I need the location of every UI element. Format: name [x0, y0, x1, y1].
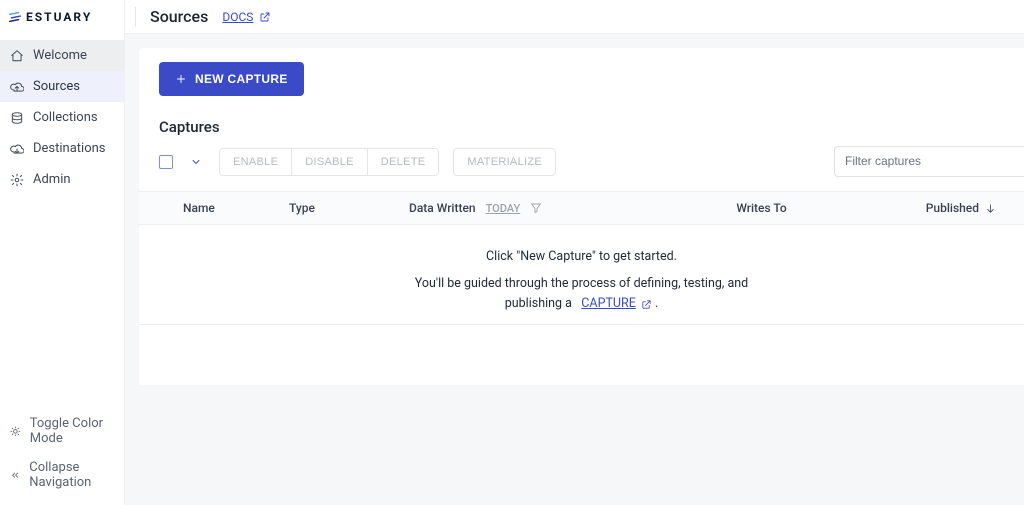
docs-link[interactable]: DOCS: [222, 10, 271, 24]
empty-line2b: publishing a: [505, 296, 572, 311]
home-icon: [10, 49, 24, 63]
empty-line2a: You'll be guided through the process of …: [415, 276, 748, 291]
external-link-icon: [641, 299, 652, 310]
select-all-checkbox[interactable]: [159, 155, 173, 169]
new-capture-button[interactable]: NEW CAPTURE: [159, 62, 304, 96]
bulk-action-group: ENABLE DISABLE DELETE: [219, 148, 439, 176]
delete-button[interactable]: DELETE: [368, 149, 439, 175]
sidebar-item-welcome[interactable]: Welcome: [0, 40, 124, 71]
new-capture-label: NEW CAPTURE: [195, 72, 288, 86]
toggle-color-mode-label: Toggle Color Mode: [30, 416, 114, 446]
brand-text: ESTUARY: [26, 10, 92, 24]
plus-icon: [175, 73, 187, 85]
captures-panel: NEW CAPTURE Captures ENABLE DISABLE DELE…: [139, 48, 1024, 385]
capture-link-label: CAPTURE: [581, 294, 636, 314]
filter-captures-field[interactable]: [834, 146, 1024, 177]
cloud-download-icon: [10, 142, 24, 156]
sidebar-item-label: Welcome: [33, 48, 87, 63]
collapse-navigation-label: Collapse Navigation: [29, 460, 114, 490]
arrow-down-icon: [985, 203, 996, 214]
period-selector[interactable]: TODAY: [486, 202, 521, 215]
table-header: Name Type Data Written TODAY Writes To P…: [139, 191, 1024, 225]
enable-button[interactable]: ENABLE: [220, 149, 292, 175]
capture-docs-link[interactable]: CAPTURE: [581, 294, 652, 314]
materialize-button[interactable]: MATERIALIZE: [453, 148, 556, 176]
divider: [135, 7, 136, 27]
sidebar-item-destinations[interactable]: Destinations: [0, 133, 124, 164]
sidebar-item-sources[interactable]: Sources: [0, 71, 124, 102]
logo: ESTUARY: [0, 0, 124, 34]
primary-nav: Welcome Sources Collections Destinations: [0, 40, 124, 403]
filter-input[interactable]: [845, 154, 1014, 168]
table-toolbar: ENABLE DISABLE DELETE MATERIALIZE: [139, 146, 1024, 177]
estuary-logo-icon: [8, 10, 22, 24]
docs-link-label: DOCS: [222, 10, 253, 24]
sidebar-item-label: Admin: [33, 172, 71, 187]
col-data-written-label: Data Written: [409, 201, 476, 215]
col-published[interactable]: Published: [864, 201, 1004, 215]
sidebar-item-admin[interactable]: Admin: [0, 164, 124, 195]
page-title: Sources: [150, 7, 208, 26]
empty-period: .: [655, 296, 658, 311]
select-menu-dropdown[interactable]: [187, 153, 205, 171]
sidebar-item-label: Collections: [33, 110, 98, 125]
collapse-navigation[interactable]: Collapse Navigation: [0, 453, 124, 497]
cloud-upload-icon: [10, 80, 24, 94]
sidebar-item-label: Sources: [33, 79, 80, 94]
gear-icon: [10, 173, 24, 187]
col-name[interactable]: Name: [159, 201, 289, 215]
sidebar-bottom: Toggle Color Mode Collapse Navigation: [0, 403, 124, 505]
topbar: Sources DOCS: [125, 0, 1024, 34]
col-published-label: Published: [926, 201, 979, 215]
col-type[interactable]: Type: [289, 201, 409, 215]
chevron-down-icon: [190, 156, 202, 168]
filter-icon[interactable]: [530, 202, 542, 214]
col-writes-to[interactable]: Writes To: [659, 201, 864, 215]
empty-line1: Click "New Capture" to get started.: [139, 249, 1024, 264]
chevrons-left-icon: [10, 468, 20, 482]
toggle-color-mode[interactable]: Toggle Color Mode: [0, 409, 124, 453]
sidebar: ESTUARY Welcome Sources Collections: [0, 0, 125, 505]
empty-state: Click "New Capture" to get started. You'…: [139, 225, 1024, 325]
sidebar-item-collections[interactable]: Collections: [0, 102, 124, 133]
database-icon: [10, 111, 24, 125]
section-title: Captures: [159, 118, 1024, 136]
sidebar-item-label: Destinations: [33, 141, 106, 156]
sun-icon: [10, 424, 21, 438]
col-data-written[interactable]: Data Written TODAY: [409, 201, 659, 215]
disable-button[interactable]: DISABLE: [292, 149, 368, 175]
external-link-icon: [259, 11, 271, 23]
